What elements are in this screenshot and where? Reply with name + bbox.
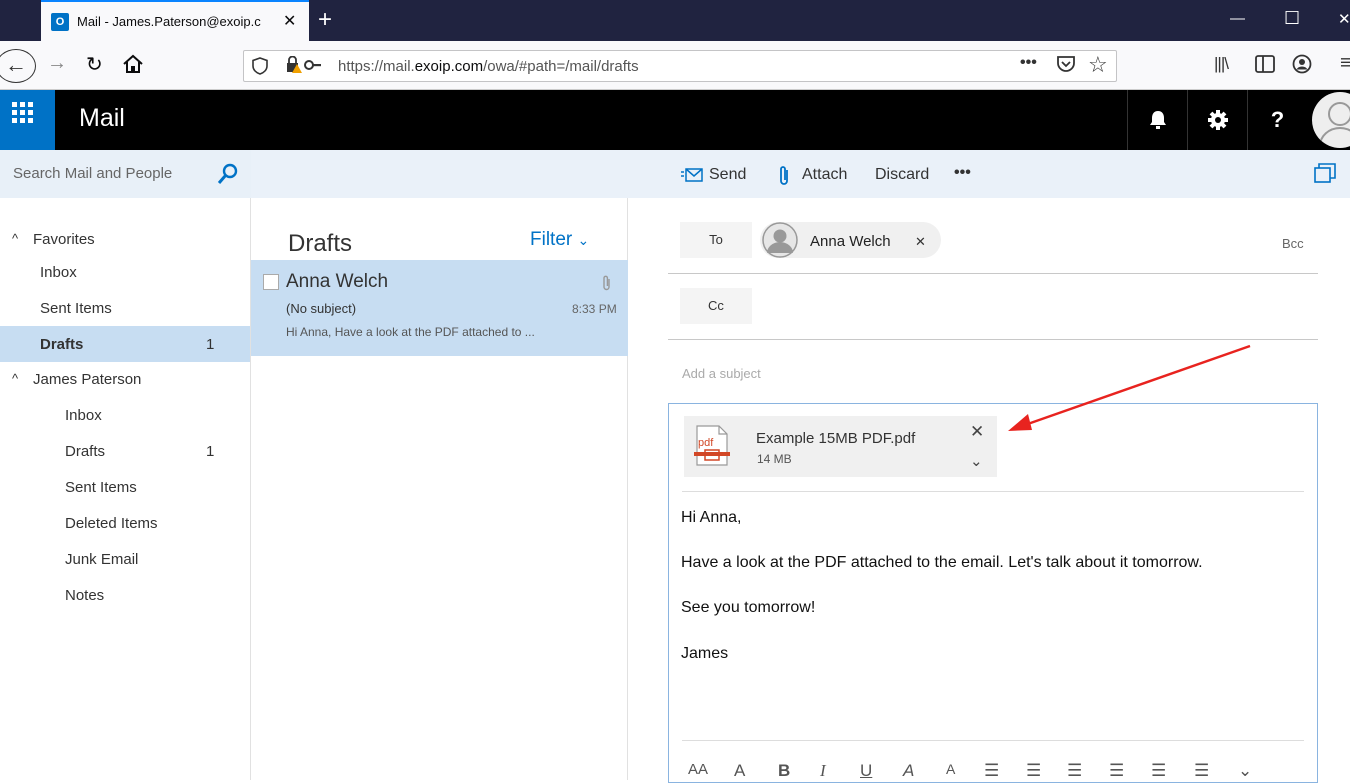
filter-label: Filter: [530, 229, 573, 250]
sidebar-icon[interactable]: [1255, 55, 1275, 73]
folder-deleted-items[interactable]: Deleted Items: [65, 515, 158, 532]
sidebar-item-drafts[interactable]: Drafts: [40, 336, 83, 353]
send-icon: [681, 168, 703, 182]
divider: [682, 491, 1304, 492]
bell-icon: [1149, 111, 1166, 129]
chevron-up-icon[interactable]: ^: [12, 231, 18, 246]
send-button[interactable]: Send: [709, 166, 746, 184]
account-icon[interactable]: [1292, 54, 1312, 74]
subject-input[interactable]: Add a subject: [682, 366, 761, 381]
window-close-icon[interactable]: ✕: [1338, 10, 1350, 28]
menu-icon[interactable]: ≡: [1340, 52, 1350, 75]
waffle-icon: [12, 102, 33, 123]
bold-icon[interactable]: B: [778, 761, 790, 781]
command-bar: [251, 150, 1350, 198]
body-line: Have a look at the PDF attached to the e…: [681, 554, 1203, 571]
highlight-icon[interactable]: A: [903, 761, 914, 781]
page-actions-icon[interactable]: •••: [1020, 54, 1037, 72]
recipient-avatar: [762, 222, 798, 258]
annotation-arrow: [1008, 344, 1251, 431]
attachment-icon: [602, 275, 612, 292]
folder-sent-items[interactable]: Sent Items: [65, 479, 137, 496]
folder-junk-email[interactable]: Junk Email: [65, 551, 138, 568]
paperclip-icon: [778, 165, 790, 187]
body-line: See you tomorrow!: [681, 599, 816, 616]
app-launcher-button[interactable]: [0, 90, 55, 150]
lock-warning-icon[interactable]: [286, 56, 322, 74]
url-text[interactable]: https://mail.exoip.com/owa/#path=/mail/d…: [338, 58, 639, 75]
person-icon: [762, 222, 798, 258]
remove-recipient-icon[interactable]: ✕: [915, 234, 926, 250]
align-left-icon[interactable]: ☰: [1151, 761, 1166, 781]
maximize-icon[interactable]: ☐: [1284, 8, 1300, 29]
chevron-down-icon[interactable]: ⌄: [970, 452, 983, 470]
folder-notes[interactable]: Notes: [65, 587, 104, 604]
pdf-label: pdf: [698, 437, 714, 449]
home-icon[interactable]: [122, 54, 144, 74]
font-size-icon[interactable]: AA: [688, 761, 708, 778]
bullets-icon[interactable]: ☰: [984, 761, 999, 781]
to-button[interactable]: To: [680, 222, 752, 258]
more-formatting-icon[interactable]: ⌄: [1238, 761, 1252, 781]
message-preview: Hi Anna, Have a look at the PDF attached…: [286, 325, 535, 339]
favorites-header[interactable]: Favorites: [33, 231, 95, 248]
gear-icon: [1207, 110, 1228, 130]
discard-button[interactable]: Discard: [875, 166, 929, 184]
sidebar-item-inbox[interactable]: Inbox: [40, 264, 77, 281]
outlook-icon: O: [51, 13, 69, 31]
attachment-name: Example 15MB PDF.pdf: [756, 430, 916, 447]
message-subject: (No subject): [286, 301, 357, 316]
italic-icon[interactable]: I: [820, 761, 826, 781]
minimize-icon[interactable]: —: [1230, 10, 1245, 27]
divider: [668, 273, 1318, 274]
more-actions-button[interactable]: •••: [954, 164, 971, 182]
remove-attachment-icon[interactable]: ✕: [970, 422, 984, 442]
notifications-button[interactable]: [1127, 90, 1187, 150]
bookmark-star-icon[interactable]: ☆: [1088, 52, 1108, 78]
grow-font-icon[interactable]: A: [734, 761, 745, 781]
numbering-icon[interactable]: ☰: [1026, 761, 1041, 781]
message-checkbox[interactable]: [263, 274, 279, 290]
divider: [682, 740, 1304, 741]
unread-count: 1: [206, 443, 215, 460]
chevron-down-icon: ⌄: [577, 232, 590, 248]
filter-button[interactable]: Filter ⌄: [530, 229, 589, 251]
message-sender: Anna Welch: [286, 271, 389, 292]
bcc-button[interactable]: Bcc: [1282, 236, 1304, 251]
app-title: Mail: [79, 104, 125, 132]
list-title: Drafts: [288, 230, 353, 257]
search-input[interactable]: Search Mail and People: [13, 165, 172, 182]
popout-icon[interactable]: [1314, 163, 1336, 183]
font-color-icon[interactable]: A: [946, 761, 955, 777]
search-icon[interactable]: [217, 163, 239, 185]
forward-icon[interactable]: →: [47, 52, 67, 75]
help-button[interactable]: ?: [1247, 90, 1307, 150]
settings-button[interactable]: [1187, 90, 1247, 150]
tab-close-icon[interactable]: ✕: [283, 11, 296, 31]
attach-button[interactable]: Attach: [802, 166, 847, 184]
folder-drafts[interactable]: Drafts: [65, 443, 105, 460]
unread-count: 1: [206, 336, 215, 353]
new-tab-icon[interactable]: +: [318, 6, 332, 34]
chevron-up-icon[interactable]: ^: [12, 371, 18, 386]
tab-title: Mail - James.Paterson@exoip.c: [77, 14, 261, 29]
underline-icon[interactable]: U: [860, 761, 872, 781]
reload-icon[interactable]: ↻: [86, 52, 103, 77]
increase-indent-icon[interactable]: ☰: [1109, 761, 1124, 781]
attachment-size: 14 MB: [757, 452, 792, 466]
cc-button[interactable]: Cc: [680, 288, 752, 324]
align-center-icon[interactable]: ☰: [1194, 761, 1209, 781]
pocket-icon[interactable]: [1056, 54, 1076, 74]
account-header[interactable]: James Paterson: [33, 371, 141, 388]
library-icon[interactable]: |||\: [1214, 54, 1229, 74]
body-line: Hi Anna,: [681, 509, 742, 526]
folder-inbox[interactable]: Inbox: [65, 407, 102, 424]
browser-tab[interactable]: O Mail - James.Paterson@exoip.c ✕: [41, 0, 309, 41]
message-time: 8:33 PM: [572, 302, 617, 316]
body-line: James: [681, 645, 729, 662]
sidebar-item-sent-items[interactable]: Sent Items: [40, 300, 112, 317]
decrease-indent-icon[interactable]: ☰: [1067, 761, 1082, 781]
recipient-name: Anna Welch: [810, 233, 891, 250]
shield-icon[interactable]: [252, 57, 268, 75]
